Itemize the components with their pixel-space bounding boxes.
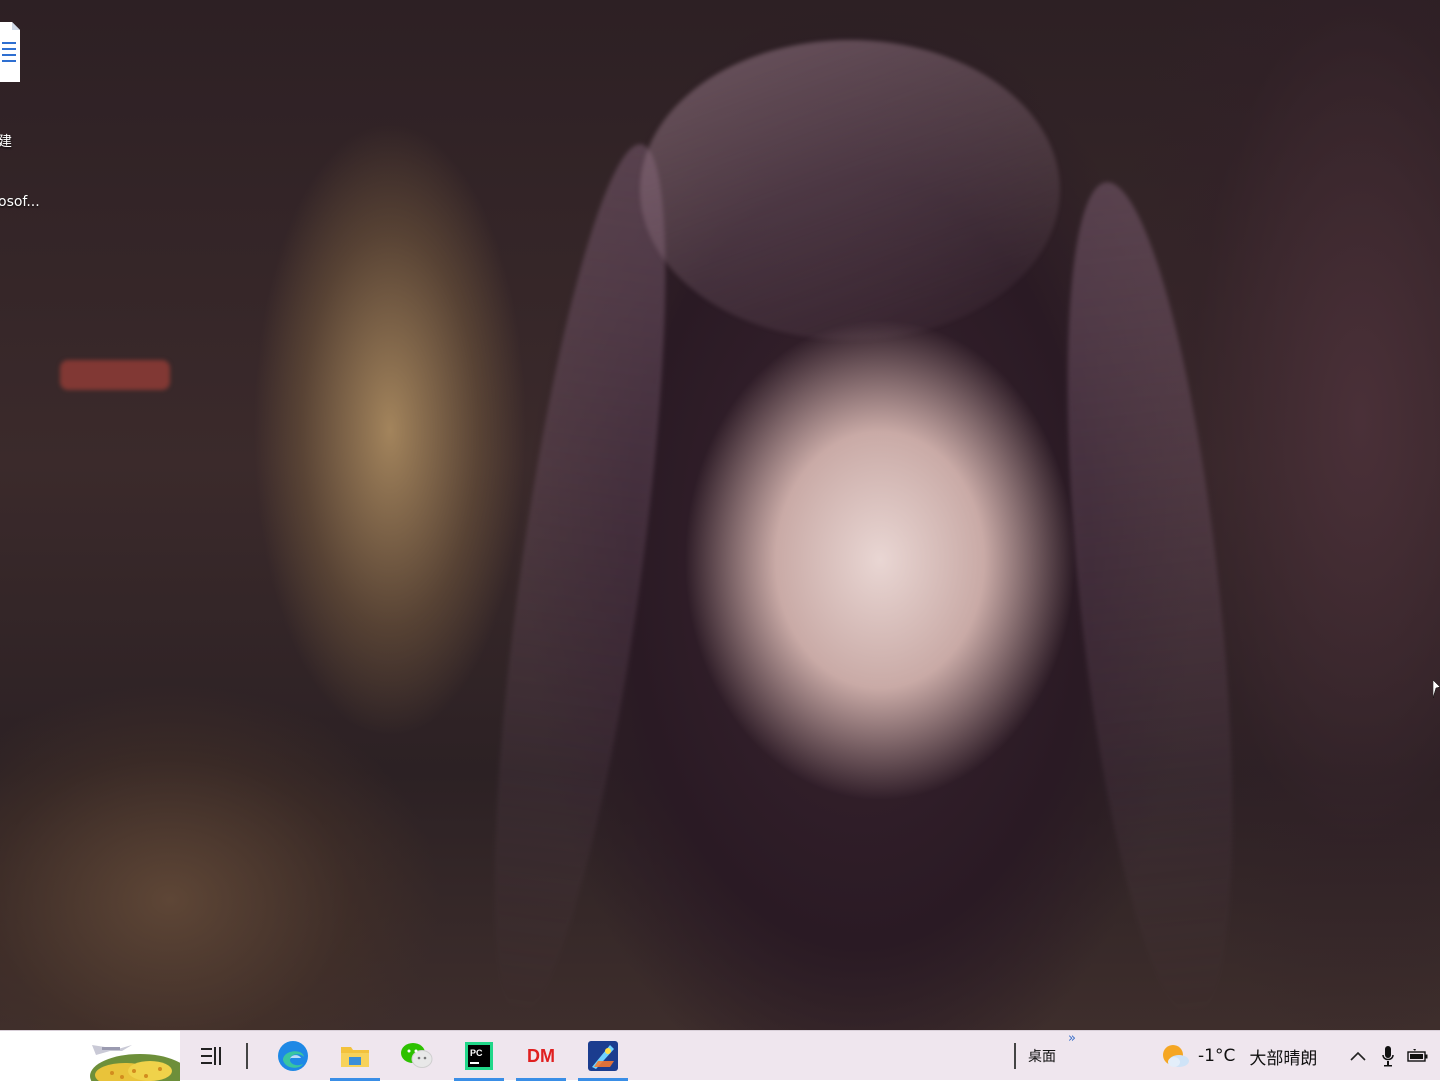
dm-icon: DM [527, 1045, 555, 1066]
folder-icon [341, 1047, 369, 1067]
partly-sunny-icon [1163, 1045, 1189, 1067]
weather-widget[interactable]: -1°C 大部晴朗 [1160, 1041, 1317, 1071]
wechat-icon [401, 1043, 433, 1068]
taskbar: PC DM 桌面 » -1°C 大部晴朗 [0, 1030, 1440, 1081]
show-hidden-icons-button[interactable] [1346, 1043, 1370, 1069]
desktop-toolbar-separator[interactable] [1014, 1043, 1016, 1069]
weather-description: 大部晴朗 [1249, 1048, 1318, 1069]
chevron-up-icon [1350, 1051, 1366, 1061]
microphone-icon [1382, 1046, 1394, 1067]
game-icon [588, 1041, 618, 1071]
taskbar-app-file-explorer[interactable] [330, 1031, 380, 1081]
battery-tray-button[interactable] [1406, 1043, 1430, 1069]
svg-text:PC: PC [470, 1048, 483, 1058]
start-scenery-icon [0, 1031, 180, 1081]
start-button[interactable] [0, 1031, 180, 1081]
task-view-icon [201, 1047, 221, 1065]
toolbar-overflow-chevron-icon[interactable]: » [1068, 1031, 1076, 1046]
pycharm-icon: PC [465, 1042, 493, 1070]
taskbar-app-dm[interactable]: DM [516, 1031, 566, 1081]
microphone-tray-button[interactable] [1376, 1043, 1400, 1069]
desktop-toolbar-label[interactable]: 桌面 [1028, 1046, 1056, 1066]
taskbar-app-edge[interactable] [268, 1031, 318, 1081]
weather-temperature: -1°C [1198, 1046, 1236, 1066]
task-view-button[interactable] [186, 1031, 236, 1081]
edge-icon [278, 1041, 308, 1071]
desktop-wallpaper: 建 osof... [0, 0, 1440, 1030]
taskbar-app-pycharm[interactable]: PC [454, 1031, 504, 1081]
mouse-cursor-icon [1433, 680, 1440, 698]
desktop-icon-label: 建 osof... [0, 134, 40, 210]
document-icon [0, 22, 20, 82]
desktop-document-shortcut[interactable]: 建 osof... [0, 6, 48, 210]
taskbar-app-wechat[interactable] [392, 1031, 442, 1081]
battery-icon [1407, 1049, 1428, 1062]
taskbar-toolbar-separator[interactable] [246, 1043, 248, 1069]
taskbar-app-game[interactable] [578, 1031, 628, 1081]
